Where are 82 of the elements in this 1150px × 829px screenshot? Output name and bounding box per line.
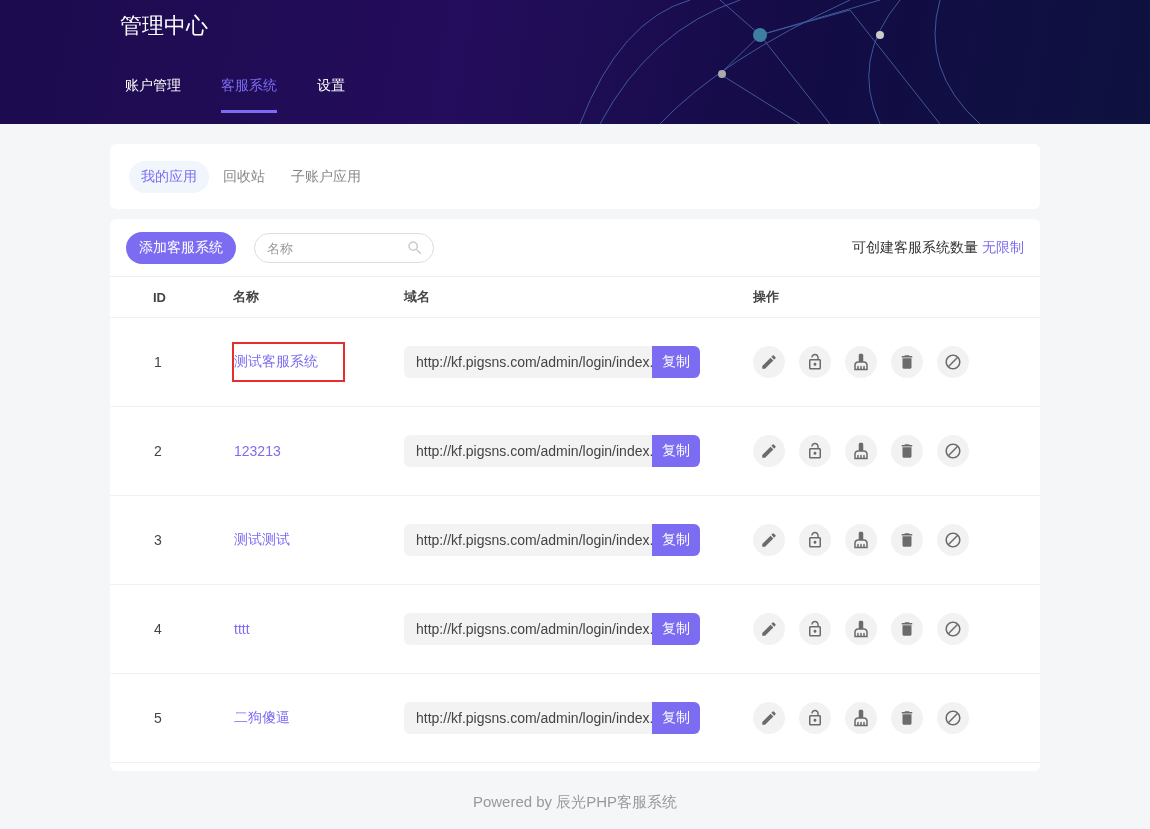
disable-button[interactable] xyxy=(937,346,969,378)
clean-button[interactable] xyxy=(845,702,877,734)
search-icon xyxy=(406,239,424,257)
nav-tab[interactable]: 设置 xyxy=(317,77,345,113)
edit-button[interactable] xyxy=(753,346,785,378)
disable-button[interactable] xyxy=(937,613,969,645)
ban-icon xyxy=(944,531,962,549)
unlock-button[interactable] xyxy=(799,524,831,556)
ban-icon xyxy=(944,353,962,371)
clean-button[interactable] xyxy=(845,613,877,645)
id-cell-text: 5 xyxy=(153,710,163,726)
delete-button[interactable] xyxy=(891,613,923,645)
unlocked-padlock-icon xyxy=(806,353,824,371)
unlock-button[interactable] xyxy=(799,702,831,734)
delete-button[interactable] xyxy=(891,435,923,467)
copy-button[interactable]: 复制 xyxy=(652,613,700,645)
column-header: ID xyxy=(152,289,167,305)
clean-button[interactable] xyxy=(845,346,877,378)
id-cell-text: 2 xyxy=(153,443,163,459)
edit-button[interactable] xyxy=(753,702,785,734)
url-field[interactable]: http://kf.pigsns.com/admin/login/index. xyxy=(404,346,652,378)
edit-button[interactable] xyxy=(753,435,785,467)
disable-button[interactable] xyxy=(937,702,969,734)
footer-text: Powered by 辰光PHP客服系统 xyxy=(472,793,678,810)
unlock-button[interactable] xyxy=(799,613,831,645)
unlock-button[interactable] xyxy=(799,435,831,467)
disable-button[interactable] xyxy=(937,435,969,467)
sub-tab[interactable]: 我的应用 xyxy=(129,160,209,193)
add-button[interactable]: 添加客服系统 xyxy=(126,232,236,264)
url-field[interactable]: http://kf.pigsns.com/admin/login/index. xyxy=(404,524,652,556)
ban-icon xyxy=(944,709,962,727)
url-field[interactable]: http://kf.pigsns.com/admin/login/index. xyxy=(404,435,652,467)
page-title: 管理中心 xyxy=(120,12,209,40)
pencil-icon xyxy=(760,442,778,460)
name-link[interactable]: 123213 xyxy=(232,432,308,470)
search-field[interactable]: 名称 xyxy=(254,233,434,263)
copy-button[interactable]: 复制 xyxy=(652,435,700,467)
broom-icon xyxy=(852,531,870,549)
broom-icon xyxy=(852,709,870,727)
unlock-button[interactable] xyxy=(799,346,831,378)
url-field[interactable]: http://kf.pigsns.com/admin/login/index. xyxy=(404,702,652,734)
url-field[interactable]: http://kf.pigsns.com/admin/login/index. xyxy=(404,613,652,645)
clean-button[interactable] xyxy=(845,524,877,556)
delete-button[interactable] xyxy=(891,524,923,556)
name-link[interactable]: 二狗傻逼 xyxy=(232,698,317,738)
ban-icon xyxy=(944,442,962,460)
column-header: 操作 xyxy=(753,288,780,306)
broom-icon xyxy=(852,353,870,371)
copy-button[interactable]: 复制 xyxy=(652,524,700,556)
copy-button[interactable]: 复制 xyxy=(652,702,700,734)
pencil-icon xyxy=(760,620,778,638)
id-cell-text: 1 xyxy=(153,354,163,370)
unlocked-padlock-icon xyxy=(806,709,824,727)
broom-icon xyxy=(852,442,870,460)
column-header: 域名 xyxy=(404,288,431,306)
nav-tab[interactable]: 账户管理 xyxy=(125,77,181,113)
column-header: 名称 xyxy=(233,288,260,306)
sub-tab[interactable]: 子账户应用 xyxy=(279,160,373,193)
name-link[interactable]: tttt xyxy=(232,610,277,648)
disable-button[interactable] xyxy=(937,524,969,556)
pencil-icon xyxy=(760,709,778,727)
unlocked-padlock-icon xyxy=(806,531,824,549)
edit-button[interactable] xyxy=(753,613,785,645)
nav-tab[interactable]: 客服系统 xyxy=(221,77,277,113)
edit-button[interactable] xyxy=(753,524,785,556)
broom-icon xyxy=(852,620,870,638)
id-cell-text: 4 xyxy=(153,621,163,637)
delete-button[interactable] xyxy=(891,346,923,378)
quota-label: 可创建客服系统数量 xyxy=(852,239,978,257)
pencil-icon xyxy=(760,531,778,549)
pencil-icon xyxy=(760,353,778,371)
ban-icon xyxy=(944,620,962,638)
delete-button[interactable] xyxy=(891,702,923,734)
name-link[interactable]: 测试测试 xyxy=(232,520,317,560)
highlighted-name-link[interactable]: 测试客服系统 xyxy=(232,342,345,382)
unlocked-padlock-icon xyxy=(806,442,824,460)
sub-tab[interactable]: 回收站 xyxy=(211,160,277,193)
clean-button[interactable] xyxy=(845,435,877,467)
id-cell-text: 3 xyxy=(153,532,163,548)
copy-button[interactable]: 复制 xyxy=(652,346,700,378)
quota-value: 无限制 xyxy=(982,239,1024,257)
unlocked-padlock-icon xyxy=(806,620,824,638)
